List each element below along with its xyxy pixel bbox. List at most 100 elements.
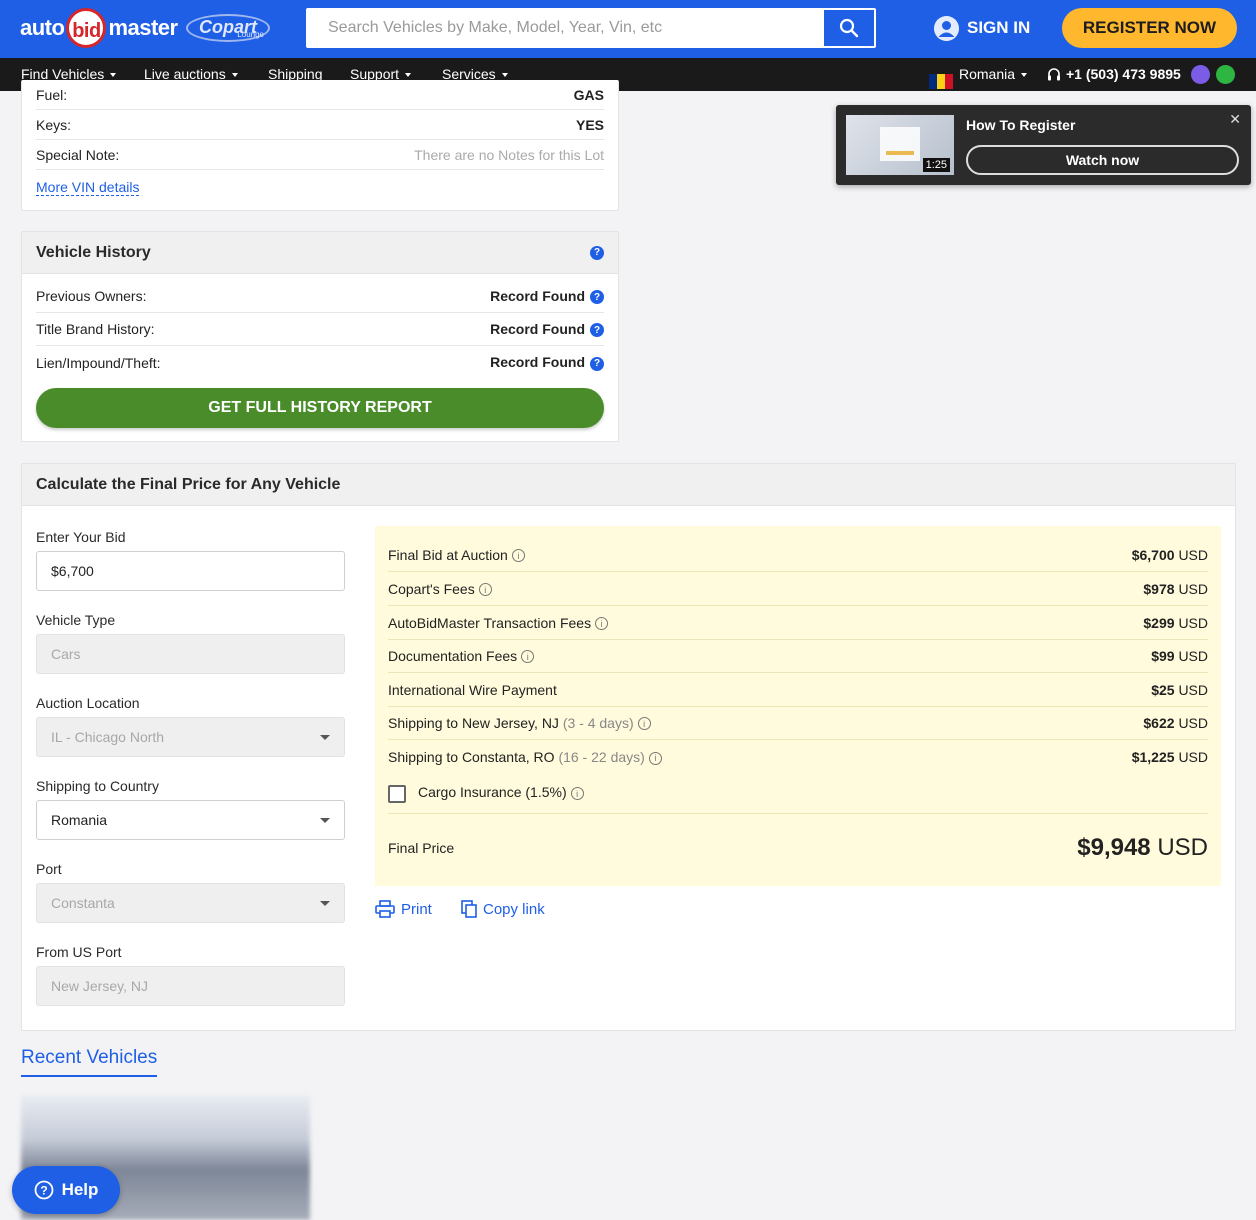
get-full-history-report-button[interactable]: GET FULL HISTORY REPORT xyxy=(36,388,604,428)
history-row-previous-owners: Previous Owners: Record Found? xyxy=(36,280,604,313)
info-icon[interactable]: i xyxy=(595,617,609,631)
from-port-value: New Jersey, NJ xyxy=(51,978,148,994)
chevron-down-icon xyxy=(405,73,412,78)
watch-now-button[interactable]: Watch now xyxy=(966,145,1239,175)
breakdown-currency: USD xyxy=(1178,580,1208,597)
auction-location-value: IL - Chicago North xyxy=(51,729,165,745)
breakdown-label: International Wire Payment xyxy=(388,681,557,698)
sign-in-link[interactable]: SIGN IN xyxy=(934,14,1030,42)
video-thumbnail[interactable]: 1:25 xyxy=(846,115,954,175)
from-port-field: New Jersey, NJ xyxy=(36,966,345,1006)
help-question-icon[interactable]: ? xyxy=(590,290,604,305)
final-price-row: Final Price $9,948 USD xyxy=(388,826,1208,870)
vehicle-type-field: Cars xyxy=(36,634,345,674)
phone-link[interactable]: +1 (503) 473 9895 xyxy=(1047,58,1181,91)
breakdown-label: Copart's Fees xyxy=(388,580,475,597)
help-button[interactable]: ? Help xyxy=(12,1166,120,1214)
breakdown-row: Final Bid at Auction i $6,700 USD xyxy=(388,538,1208,572)
info-icon[interactable]: i xyxy=(478,583,492,597)
breakdown-currency: USD xyxy=(1178,714,1208,731)
autobidmaster-logo[interactable]: auto bid master xyxy=(20,8,178,48)
chevron-down-icon xyxy=(320,818,330,823)
help-question-icon[interactable]: ? xyxy=(590,356,604,371)
search-input[interactable] xyxy=(308,10,826,46)
chevron-down-icon xyxy=(110,73,117,78)
help-question-icon[interactable]: ? xyxy=(590,323,604,338)
svg-text:?: ? xyxy=(40,1184,47,1198)
info-icon[interactable]: i xyxy=(570,787,584,801)
copy-icon xyxy=(461,900,477,918)
logo-text-auto: auto xyxy=(20,15,65,40)
chevron-down-icon xyxy=(1021,73,1028,78)
viber-icon[interactable] xyxy=(1191,65,1210,84)
thumbnail-form-graphic xyxy=(880,127,920,161)
chevron-down-icon xyxy=(501,73,508,78)
detail-label: Keys: xyxy=(36,116,72,133)
history-value: Record Found xyxy=(490,354,585,371)
breakdown-amount: $1,225 xyxy=(1131,749,1175,765)
logo-text-master: master xyxy=(108,15,178,40)
breakdown-row: Documentation Fees i $99 USD xyxy=(388,639,1208,673)
cargo-insurance-checkbox[interactable] xyxy=(388,784,406,803)
popup-title: How To Register xyxy=(966,117,1076,133)
more-vin-details-link[interactable]: More VIN details xyxy=(36,179,140,196)
history-label: Title Brand History: xyxy=(36,321,155,337)
how-to-register-popup: 1:25 How To Register ✕ Watch now xyxy=(836,105,1251,185)
port-value: Constanta xyxy=(51,895,115,911)
history-label: Lien/Impound/Theft: xyxy=(36,354,161,371)
history-value: Record Found xyxy=(490,287,585,304)
printer-icon xyxy=(375,900,395,918)
search-button[interactable] xyxy=(824,10,874,46)
breakdown-amount: $25 xyxy=(1151,681,1175,698)
chevron-down-icon xyxy=(320,901,330,906)
copy-link-label: Copy link xyxy=(483,900,545,918)
vehicle-history-card: Vehicle History ? Previous Owners: Recor… xyxy=(21,231,619,442)
recent-vehicles-tab[interactable]: Recent Vehicles xyxy=(21,1047,158,1077)
bid-input[interactable] xyxy=(36,551,345,591)
final-price-currency: USD xyxy=(1157,834,1208,861)
breakdown-duration: (3 - 4 days) xyxy=(562,714,634,731)
copart-lounge-logo[interactable]: Copart Lounge xyxy=(186,14,270,42)
breakdown-label: Shipping to Constanta, RO xyxy=(388,749,555,765)
vehicle-type-value: Cars xyxy=(51,646,81,662)
port-label: Port xyxy=(36,861,62,877)
help-question-icon[interactable]: ? xyxy=(590,246,604,260)
lounge-logo-text: Lounge xyxy=(237,30,264,39)
section-title: Calculate the Final Price for Any Vehicl… xyxy=(36,476,341,493)
copy-link-button[interactable]: Copy link xyxy=(461,900,545,918)
shipping-country-value: Romania xyxy=(51,812,108,828)
shipping-country-select[interactable]: Romania xyxy=(36,800,345,840)
romania-flag-icon xyxy=(929,68,953,89)
close-icon[interactable]: ✕ xyxy=(1229,112,1241,126)
breakdown-label: AutoBidMaster Transaction Fees xyxy=(388,614,592,631)
info-icon[interactable]: i xyxy=(637,717,651,731)
price-breakdown-panel: Final Bid at Auction i $6,700 USD Copart'… xyxy=(375,526,1221,886)
country-selector[interactable]: Romania xyxy=(929,58,1028,91)
print-button[interactable]: Print xyxy=(375,900,432,918)
question-circle-icon: ? xyxy=(34,1180,53,1200)
top-header: auto bid master Copart Lounge SIGN IN RE… xyxy=(0,0,1256,58)
register-now-button[interactable]: REGISTER NOW xyxy=(1062,8,1237,48)
search-icon xyxy=(839,18,859,38)
final-price-amount: $9,948 xyxy=(1077,834,1151,861)
shipping-country-label: Shipping to Country xyxy=(36,778,159,794)
sign-in-label: SIGN IN xyxy=(967,18,1031,37)
whatsapp-icon[interactable] xyxy=(1216,65,1235,84)
detail-row-special-note: Special Note: There are no Notes for thi… xyxy=(36,140,604,170)
info-icon[interactable]: i xyxy=(521,650,535,664)
info-icon[interactable]: i xyxy=(511,549,525,563)
search-bar xyxy=(306,8,876,48)
breakdown-amount: $299 xyxy=(1143,614,1175,631)
section-title: Vehicle History xyxy=(36,244,151,261)
detail-value: There are no Notes for this Lot xyxy=(414,146,604,163)
detail-value: YES xyxy=(575,116,604,133)
calculator-title: Calculate the Final Price for Any Vehicl… xyxy=(22,464,1235,506)
vehicle-history-title: Vehicle History ? xyxy=(22,232,618,274)
video-duration: 1:25 xyxy=(922,158,950,172)
final-price-label: Final Price xyxy=(388,840,455,856)
auction-location-select: IL - Chicago North xyxy=(36,717,345,757)
detail-row-keys: Keys: YES xyxy=(36,110,604,140)
info-icon[interactable]: i xyxy=(648,751,662,765)
breakdown-currency: USD xyxy=(1178,681,1208,698)
history-row-title-brand: Title Brand History: Record Found? xyxy=(36,313,604,346)
